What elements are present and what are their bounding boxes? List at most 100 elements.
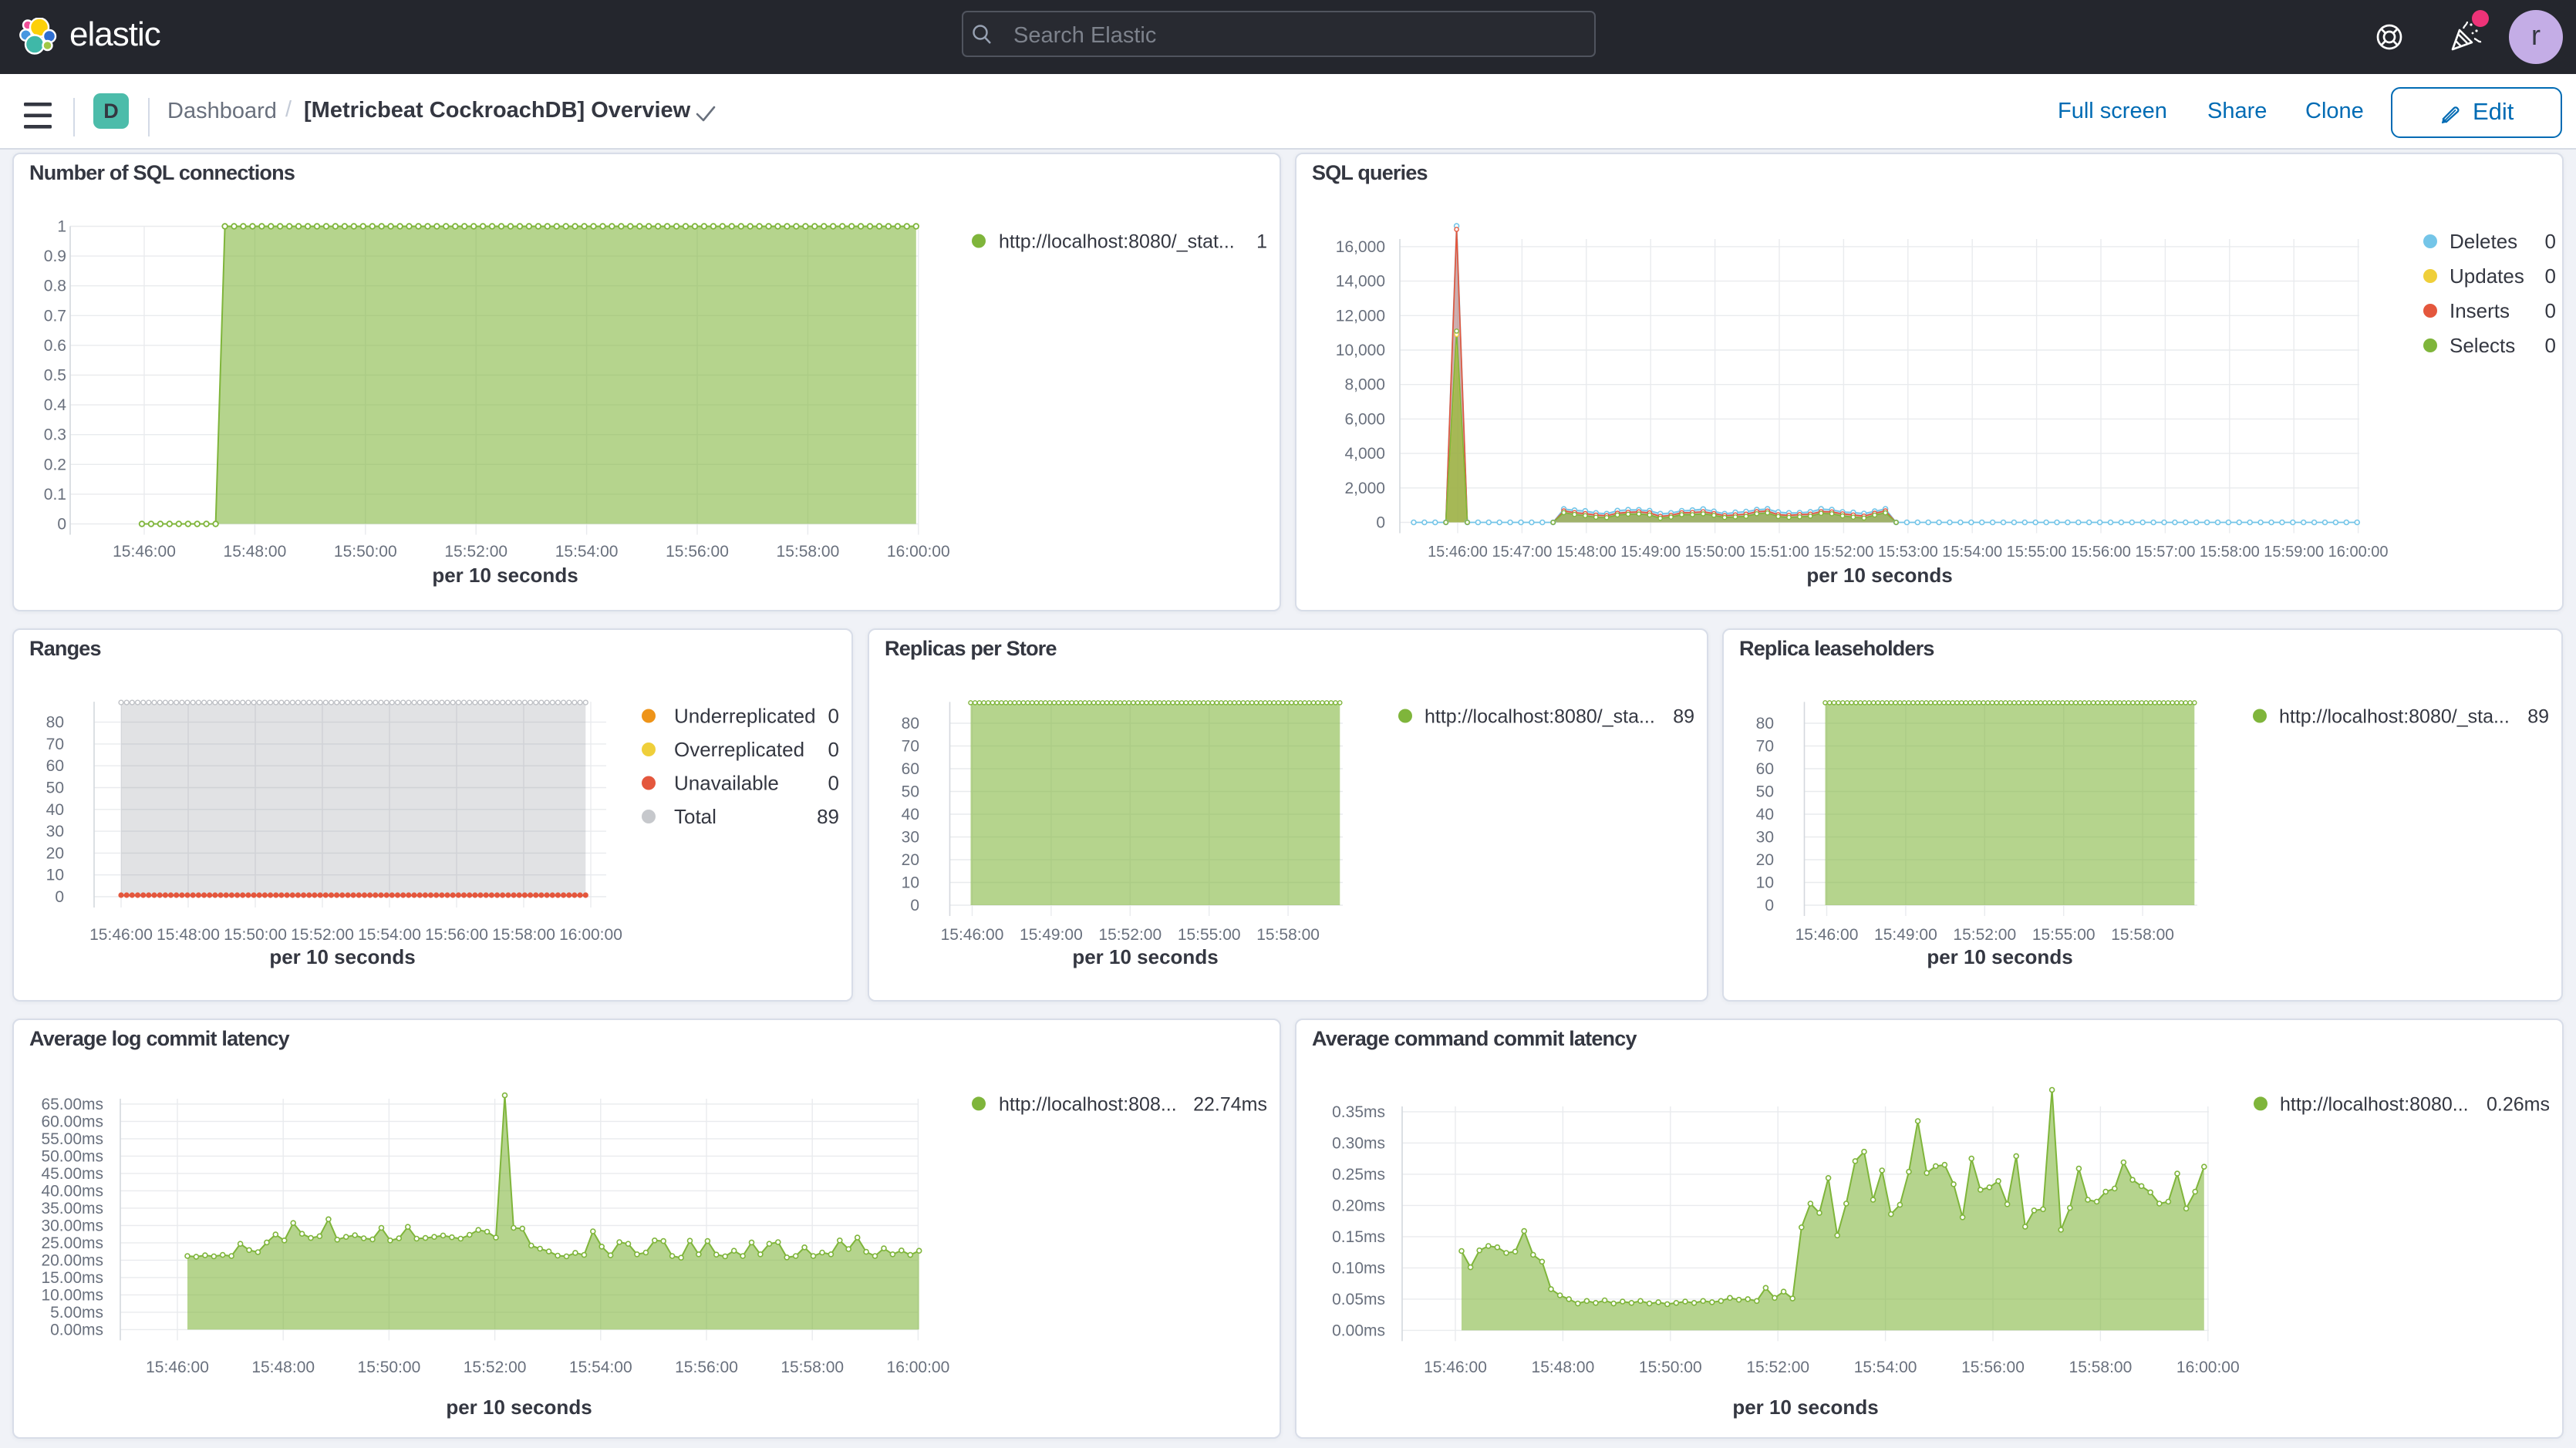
svg-text:http://localhost:8080/_sta...: http://localhost:8080/_sta... — [1425, 706, 1655, 728]
svg-text:Updates: Updates — [2450, 264, 2524, 288]
svg-text:14,000: 14,000 — [1336, 273, 1385, 291]
svg-text:15:56:00: 15:56:00 — [2071, 544, 2131, 561]
svg-text:15:55:00: 15:55:00 — [2032, 926, 2096, 944]
svg-text:15:58:00: 15:58:00 — [781, 1359, 844, 1376]
svg-text:0.30ms: 0.30ms — [1332, 1134, 1385, 1152]
svg-text:50.00ms: 50.00ms — [41, 1147, 103, 1165]
svg-text:22.74ms: 22.74ms — [1193, 1093, 1267, 1115]
svg-text:4,000: 4,000 — [1344, 445, 1385, 463]
svg-text:15:49:00: 15:49:00 — [1620, 544, 1681, 561]
svg-text:0.10ms: 0.10ms — [1332, 1259, 1385, 1277]
svg-text:0.6: 0.6 — [44, 337, 66, 355]
svg-text:55.00ms: 55.00ms — [41, 1130, 103, 1148]
svg-text:20.00ms: 20.00ms — [41, 1251, 103, 1269]
svg-text:15:49:00: 15:49:00 — [1874, 926, 1937, 944]
svg-text:15:47:00: 15:47:00 — [1492, 544, 1552, 561]
svg-text:40: 40 — [46, 801, 64, 819]
svg-text:0.35ms: 0.35ms — [1332, 1103, 1385, 1121]
svg-text:0.20ms: 0.20ms — [1332, 1197, 1385, 1214]
svg-text:0.4: 0.4 — [44, 396, 67, 414]
svg-text:15:52:00: 15:52:00 — [291, 926, 354, 944]
svg-text:15:54:00: 15:54:00 — [555, 543, 619, 561]
svg-text:70: 70 — [1756, 738, 1774, 756]
svg-text:45.00ms: 45.00ms — [41, 1165, 103, 1183]
svg-text:15:46:00: 15:46:00 — [1424, 1359, 1487, 1376]
svg-text:50: 50 — [1756, 783, 1774, 801]
svg-text:0: 0 — [1376, 514, 1385, 532]
svg-text:0: 0 — [55, 888, 64, 906]
svg-text:0: 0 — [910, 897, 919, 914]
svg-text:1: 1 — [57, 218, 66, 236]
svg-text:15:46:00: 15:46:00 — [1428, 544, 1488, 561]
svg-text:0.26ms: 0.26ms — [2487, 1093, 2550, 1115]
svg-text:http://localhost:808...: http://localhost:808... — [999, 1093, 1177, 1115]
svg-text:20: 20 — [1756, 851, 1774, 869]
svg-text:60: 60 — [1756, 760, 1774, 778]
svg-text:Overreplicated: Overreplicated — [674, 738, 804, 761]
svg-text:15:55:00: 15:55:00 — [2007, 544, 2067, 561]
svg-text:25.00ms: 25.00ms — [41, 1234, 103, 1252]
svg-text:40: 40 — [902, 806, 919, 823]
svg-text:8,000: 8,000 — [1344, 376, 1385, 394]
svg-text:0.8: 0.8 — [44, 278, 66, 295]
svg-text:15:58:00: 15:58:00 — [777, 543, 840, 561]
svg-text:40: 40 — [1756, 806, 1774, 823]
svg-text:89: 89 — [817, 805, 839, 828]
svg-text:15:53:00: 15:53:00 — [1878, 544, 1938, 561]
svg-text:15:52:00: 15:52:00 — [464, 1359, 527, 1376]
svg-text:12,000: 12,000 — [1336, 307, 1385, 325]
svg-text:Deletes: Deletes — [2450, 230, 2517, 253]
svg-text:15:52:00: 15:52:00 — [1746, 1359, 1809, 1376]
svg-text:15:50:00: 15:50:00 — [1685, 544, 1745, 561]
svg-text:Underreplicated: Underreplicated — [674, 705, 816, 728]
svg-text:89: 89 — [2527, 706, 2549, 728]
svg-text:0: 0 — [2545, 264, 2556, 288]
svg-text:15:46:00: 15:46:00 — [941, 926, 1004, 944]
svg-text:15:48:00: 15:48:00 — [224, 543, 287, 561]
svg-text:0: 0 — [828, 772, 839, 795]
svg-text:15:54:00: 15:54:00 — [1942, 544, 2002, 561]
svg-text:15:56:00: 15:56:00 — [425, 926, 488, 944]
svg-text:15:46:00: 15:46:00 — [89, 926, 153, 944]
svg-text:0.05ms: 0.05ms — [1332, 1291, 1385, 1308]
svg-text:15:50:00: 15:50:00 — [1639, 1359, 1702, 1376]
svg-text:30: 30 — [1756, 829, 1774, 847]
svg-text:15:54:00: 15:54:00 — [1854, 1359, 1917, 1376]
svg-text:15:50:00: 15:50:00 — [224, 926, 287, 944]
svg-text:15.00ms: 15.00ms — [41, 1269, 103, 1287]
svg-text:15:56:00: 15:56:00 — [666, 543, 729, 561]
svg-text:15:58:00: 15:58:00 — [2069, 1359, 2133, 1376]
svg-text:60: 60 — [902, 760, 919, 778]
svg-text:0: 0 — [57, 516, 66, 534]
svg-text:15:58:00: 15:58:00 — [492, 926, 555, 944]
svg-text:16:00:00: 16:00:00 — [559, 926, 622, 944]
svg-text:70: 70 — [902, 738, 919, 756]
svg-text:80: 80 — [902, 715, 919, 732]
svg-text:15:58:00: 15:58:00 — [1256, 926, 1320, 944]
svg-text:15:59:00: 15:59:00 — [2264, 544, 2324, 561]
svg-text:0.15ms: 0.15ms — [1332, 1228, 1385, 1246]
svg-text:5.00ms: 5.00ms — [50, 1304, 103, 1322]
svg-text:15:46:00: 15:46:00 — [146, 1359, 209, 1376]
svg-text:16:00:00: 16:00:00 — [887, 543, 950, 561]
svg-text:50: 50 — [902, 783, 919, 801]
svg-text:0.25ms: 0.25ms — [1332, 1166, 1385, 1184]
svg-text:10: 10 — [1756, 874, 1774, 892]
svg-text:15:48:00: 15:48:00 — [1556, 544, 1617, 561]
svg-text:15:57:00: 15:57:00 — [2135, 544, 2195, 561]
svg-text:15:49:00: 15:49:00 — [1020, 926, 1083, 944]
svg-text:15:46:00: 15:46:00 — [113, 543, 176, 561]
svg-text:15:48:00: 15:48:00 — [157, 926, 220, 944]
svg-text:15:56:00: 15:56:00 — [1961, 1359, 2025, 1376]
svg-text:Total: Total — [674, 805, 716, 828]
svg-text:15:56:00: 15:56:00 — [675, 1359, 738, 1376]
svg-text:Selects: Selects — [2450, 334, 2515, 357]
svg-text:0.9: 0.9 — [44, 248, 66, 265]
svg-text:0.1: 0.1 — [44, 486, 66, 503]
svg-text:15:50:00: 15:50:00 — [358, 1359, 421, 1376]
svg-text:15:52:00: 15:52:00 — [1953, 926, 2016, 944]
svg-text:16:00:00: 16:00:00 — [2328, 544, 2389, 561]
svg-text:30: 30 — [902, 829, 919, 847]
svg-text:60: 60 — [46, 757, 64, 775]
svg-text:80: 80 — [1756, 715, 1774, 732]
